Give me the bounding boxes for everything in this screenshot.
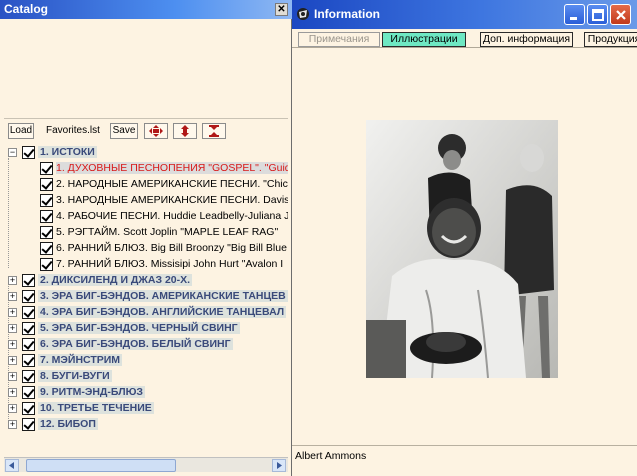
collapse-icon[interactable]: − [8, 147, 17, 157]
tree-item[interactable]: 5. РЭГТАЙМ. Scott Joplin "MAPLE LEAF RAG… [40, 224, 278, 240]
tree-item[interactable]: 2. НАРОДНЫЕ АМЕРИКАНСКИЕ ПЕСНИ. "Chick" [40, 176, 288, 192]
close-icon[interactable]: ✕ [275, 3, 288, 16]
expand-icon[interactable]: + [8, 307, 17, 317]
catalog-title: Catalog [4, 2, 49, 16]
category-label: 5. ЭРА БИГ-БЭНДОВ. ЧЕРНЫЙ СВИНГ [38, 322, 240, 334]
catalog-preview-area [4, 22, 288, 118]
checkbox-checked-icon[interactable] [22, 369, 35, 383]
expand-icon[interactable]: + [8, 387, 17, 397]
checkbox-checked-icon[interactable] [40, 241, 53, 255]
horizontal-scrollbar[interactable] [4, 457, 288, 472]
item-label: 3. НАРОДНЫЕ АМЕРИКАНСКИЕ ПЕСНИ. Davis [56, 194, 288, 206]
tree-item[interactable]: 4. РАБОЧИЕ ПЕСНИ. Huddie Leadbelly-Julia… [40, 208, 288, 224]
expand-icon[interactable]: + [8, 275, 17, 285]
category-label: 1. ИСТОКИ [38, 146, 97, 158]
tree-category[interactable]: − 1. ИСТОКИ [8, 144, 97, 160]
maximize-icon[interactable] [587, 4, 608, 25]
move-all-icon[interactable] [144, 123, 168, 139]
category-label: 6. ЭРА БИГ-БЭНДОВ. БЕЛЫЙ СВИНГ [38, 338, 233, 350]
category-label: 10. ТРЕТЬЕ ТЕЧЕНИЕ [38, 402, 154, 414]
catalog-titlebar[interactable]: Catalog ✕ [0, 0, 292, 19]
item-label: 7. РАННИЙ БЛЮЗ. Missisipi John Hurt "Ava… [56, 258, 284, 270]
favorites-file-label: Favorites.lst [46, 125, 100, 136]
information-titlebar[interactable]: Information [292, 0, 637, 29]
tree-category[interactable]: + 5. ЭРА БИГ-БЭНДОВ. ЧЕРНЫЙ СВИНГ [8, 320, 240, 336]
catalog-tree: − 1. ИСТОКИ 1. ДУХОВНЫЕ ПЕСНОПЕНИЯ "GOSP… [4, 142, 288, 456]
expand-icon[interactable]: + [8, 291, 17, 301]
artist-photo [366, 120, 558, 378]
scroll-right-icon[interactable] [272, 459, 286, 472]
tab-illustrations[interactable]: Иллюстрации [382, 32, 466, 47]
checkbox-checked-icon[interactable] [40, 193, 53, 207]
item-label: 6. РАННИЙ БЛЮЗ. Big Bill Broonzy "Big Bi… [56, 242, 287, 254]
item-label: 2. НАРОДНЫЕ АМЕРИКАНСКИЕ ПЕСНИ. "Chick" [56, 178, 288, 190]
tree-category[interactable]: + 4. ЭРА БИГ-БЭНДОВ. АНГЛИЙСКИЕ ТАНЦЕВАЛ [8, 304, 287, 320]
item-label: 4. РАБОЧИЕ ПЕСНИ. Huddie Leadbelly-Julia… [56, 210, 288, 222]
category-label: 12. БИБОП [38, 418, 98, 430]
checkbox-checked-icon[interactable] [22, 417, 35, 431]
category-label: 3. ЭРА БИГ-БЭНДОВ. АМЕРИКАНСКИЕ ТАНЦЕВ [38, 290, 288, 302]
expand-icon[interactable]: + [8, 419, 17, 429]
app-logo-icon [297, 8, 309, 20]
scroll-left-icon[interactable] [5, 459, 19, 472]
close-icon[interactable] [610, 4, 631, 25]
checkbox-checked-icon[interactable] [22, 385, 35, 399]
checkbox-checked-icon[interactable] [22, 305, 35, 319]
tree-item[interactable]: 3. НАРОДНЫЕ АМЕРИКАНСКИЕ ПЕСНИ. Davis [40, 192, 288, 208]
item-label: 1. ДУХОВНЫЕ ПЕСНОПЕНИЯ "GOSPEL". "Guide" [56, 162, 288, 174]
checkbox-checked-icon[interactable] [22, 353, 35, 367]
tree-item[interactable]: 1. ДУХОВНЫЕ ПЕСНОПЕНИЯ "GOSPEL". "Guide" [40, 160, 288, 176]
category-label: 8. БУГИ-ВУГИ [38, 370, 112, 382]
checkbox-checked-icon[interactable] [22, 145, 35, 159]
checkbox-checked-icon[interactable] [40, 177, 53, 191]
checkbox-checked-icon[interactable] [22, 401, 35, 415]
category-label: 4. ЭРА БИГ-БЭНДОВ. АНГЛИЙСКИЕ ТАНЦЕВАЛ [38, 306, 287, 318]
scrollbar-thumb[interactable] [26, 459, 176, 472]
tree-category[interactable]: + 9. РИТМ-ЭНД-БЛЮЗ [8, 384, 145, 400]
tree-category[interactable]: + 8. БУГИ-ВУГИ [8, 368, 112, 384]
expand-icon[interactable]: + [8, 355, 17, 365]
tab-products[interactable]: Продукция [584, 32, 637, 47]
category-label: 7. МЭЙНСТРИМ [38, 354, 123, 366]
checkbox-checked-icon[interactable] [22, 289, 35, 303]
information-tabs: Примечания Иллюстрации Доп. информация П… [292, 30, 637, 48]
photo-caption: Albert Ammons [295, 450, 367, 462]
checkbox-checked-icon[interactable] [22, 337, 35, 351]
tree-item[interactable]: 6. РАННИЙ БЛЮЗ. Big Bill Broonzy "Big Bi… [40, 240, 287, 256]
checkbox-checked-icon[interactable] [40, 209, 53, 223]
checkbox-checked-icon[interactable] [40, 225, 53, 239]
information-window: Information Примечания Иллюстрации Доп. … [292, 0, 637, 476]
minimize-icon[interactable] [564, 4, 585, 25]
load-button[interactable]: Load [8, 123, 34, 139]
save-button[interactable]: Save [110, 123, 138, 139]
item-label: 5. РЭГТАЙМ. Scott Joplin "MAPLE LEAF RAG… [56, 226, 279, 238]
tree-category[interactable]: + 10. ТРЕТЬЕ ТЕЧЕНИЕ [8, 400, 154, 416]
checkbox-checked-icon[interactable] [40, 257, 53, 271]
caption-divider [292, 445, 637, 446]
tree-category[interactable]: + 3. ЭРА БИГ-БЭНДОВ. АМЕРИКАНСКИЕ ТАНЦЕВ [8, 288, 288, 304]
checkbox-checked-icon[interactable] [22, 321, 35, 335]
information-title: Information [314, 7, 380, 21]
category-label: 9. РИТМ-ЭНД-БЛЮЗ [38, 386, 145, 398]
checkbox-checked-icon[interactable] [40, 161, 53, 175]
tab-notes[interactable]: Примечания [298, 32, 380, 47]
expand-icon[interactable]: + [8, 403, 17, 413]
tree-category[interactable]: + 2. ДИКСИЛЕНД И ДЖАЗ 20-Х. [8, 272, 193, 288]
tab-extra-info[interactable]: Доп. информация [480, 32, 573, 47]
collapse-icon[interactable] [202, 123, 226, 139]
expand-icon[interactable]: + [8, 339, 17, 349]
tree-category[interactable]: + 7. МЭЙНСТРИМ [8, 352, 123, 368]
catalog-window: Catalog ✕ Load Favorites.lst Save − 1. И… [0, 0, 292, 476]
tree-category[interactable]: + 6. ЭРА БИГ-БЭНДОВ. БЕЛЫЙ СВИНГ [8, 336, 233, 352]
tree-category[interactable]: + 12. БИБОП [8, 416, 98, 432]
move-vertical-icon[interactable] [173, 123, 197, 139]
expand-icon[interactable]: + [8, 323, 17, 333]
tree-item[interactable]: 7. РАННИЙ БЛЮЗ. Missisipi John Hurt "Ava… [40, 256, 283, 272]
checkbox-checked-icon[interactable] [22, 273, 35, 287]
expand-icon[interactable]: + [8, 371, 17, 381]
catalog-toolbar: Load Favorites.lst Save [4, 118, 288, 140]
category-label: 2. ДИКСИЛЕНД И ДЖАЗ 20-Х. [38, 274, 193, 286]
